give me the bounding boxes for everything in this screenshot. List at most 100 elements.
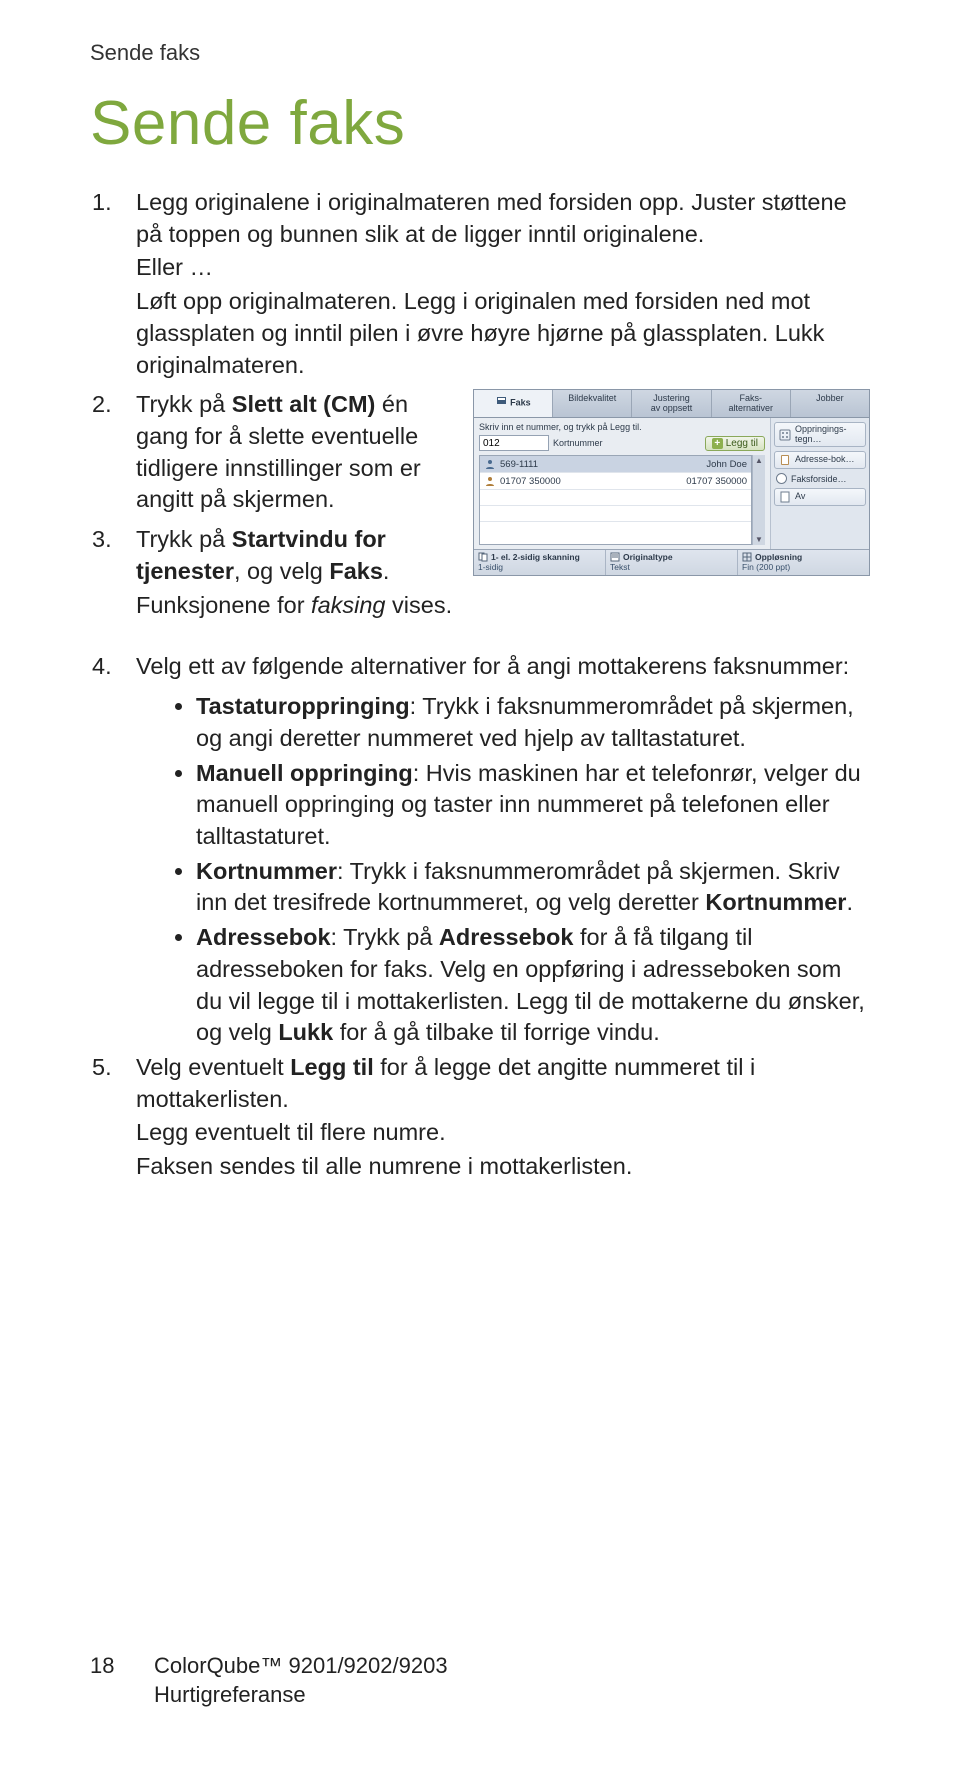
step-5: 5. Velg eventuelt Legg til for å legge d… bbox=[90, 1052, 870, 1185]
step-number: 3. bbox=[90, 524, 136, 623]
faks-hint: Skriv inn et nummer, og trykk på Legg ti… bbox=[479, 422, 765, 432]
text-bold: Adressebok bbox=[439, 924, 574, 950]
setting-originaltype[interactable]: Originaltype Tekst bbox=[606, 550, 738, 575]
text-run: : Trykk på bbox=[331, 924, 439, 950]
list-cell: 569-1111 bbox=[500, 459, 538, 470]
list-scrollbar[interactable]: ▲ ▼ bbox=[752, 455, 765, 545]
text-bold: Faks bbox=[329, 558, 383, 584]
setting-label: Oppløsning bbox=[755, 553, 802, 562]
tab-justering[interactable]: Justering av oppsett bbox=[632, 390, 711, 417]
footer: 18ColorQube™ 9201/9202/9203 Hurtigrefera… bbox=[90, 1651, 448, 1710]
plus-icon: + bbox=[712, 438, 723, 449]
setting-label: Originaltype bbox=[623, 553, 673, 562]
step-4-bullets: Tastaturoppringing: Trykk i faksnummerom… bbox=[134, 691, 870, 1049]
bullet-adressebok: Adressebok: Trykk på Adressebok for å få… bbox=[196, 922, 870, 1049]
step-number: 5. bbox=[90, 1052, 136, 1185]
fax-icon bbox=[496, 394, 508, 406]
setting-opplosning[interactable]: Oppløsning Fin (200 ppt) bbox=[738, 550, 869, 575]
tab-faksalternativer[interactable]: Faks- alternativer bbox=[712, 390, 791, 417]
page-number: 18 bbox=[90, 1651, 154, 1681]
text-bold: Kortnummer bbox=[705, 889, 846, 915]
step-1-line-3: Løft opp originalmateren. Legg i origina… bbox=[136, 286, 870, 381]
list-cell: John Doe bbox=[706, 459, 747, 470]
text-run: . bbox=[383, 558, 390, 584]
text-run: Velg eventuelt bbox=[136, 1054, 290, 1080]
button-label: Legg til bbox=[726, 438, 758, 449]
step-5-line-3: Faksen sendes til alle numrene i mottake… bbox=[136, 1151, 870, 1183]
step-number: 2. bbox=[90, 389, 136, 518]
footer-line-1: ColorQube™ 9201/9202/9203 bbox=[154, 1653, 448, 1678]
tab-jobber[interactable]: Jobber bbox=[791, 390, 869, 417]
list-row[interactable]: 569-1111 John Doe bbox=[480, 456, 751, 473]
button-label: Av bbox=[795, 492, 805, 501]
setting-sidig[interactable]: 1- el. 2-sidig skanning 1-sidig bbox=[474, 550, 606, 575]
text-run: Trykk på bbox=[136, 391, 232, 417]
keypad-icon bbox=[779, 429, 791, 441]
faksforside-radio[interactable]: Faksforside… bbox=[776, 473, 866, 484]
legg-til-button[interactable]: + Legg til bbox=[705, 436, 765, 451]
scroll-down-icon[interactable]: ▼ bbox=[755, 534, 763, 545]
bullet-tastaturoppringing: Tastaturoppringing: Trykk i faksnummerom… bbox=[196, 691, 870, 754]
list-cell: 01707 350000 bbox=[686, 476, 747, 487]
text-bold: Lukk bbox=[278, 1019, 333, 1045]
faks-bottom-bar: 1- el. 2-sidig skanning 1-sidig Original… bbox=[474, 549, 869, 575]
bullet-manuell-oppringing: Manuell oppringing: Hvis maskinen har et… bbox=[196, 758, 870, 853]
step-1-line-1: Legg originalene i originalmateren med f… bbox=[136, 187, 870, 250]
footer-line-2: Hurtigreferanse bbox=[154, 1682, 306, 1707]
setting-label: 1- el. 2-sidig skanning bbox=[491, 553, 580, 562]
step-3-line-1: Trykk på Startvindu for tjenester, og ve… bbox=[136, 524, 463, 587]
faks-tabs: Faks Bildekvalitet Justering av oppsett … bbox=[474, 390, 869, 418]
setting-value: Tekst bbox=[610, 563, 733, 572]
page-title: Sende faks bbox=[90, 88, 870, 159]
text-italic: faksing bbox=[311, 592, 385, 618]
step-2: 2. Trykk på Slett alt (CM) én gang for å… bbox=[90, 389, 463, 518]
faks-ui-screenshot: Faks Bildekvalitet Justering av oppsett … bbox=[473, 389, 870, 576]
radio-label: Faksforside… bbox=[791, 474, 847, 484]
tab-bildekvalitet[interactable]: Bildekvalitet bbox=[553, 390, 632, 417]
scroll-up-icon[interactable]: ▲ bbox=[755, 455, 763, 466]
person-icon bbox=[484, 475, 496, 487]
grid-icon bbox=[742, 552, 752, 562]
button-label: Oppringings-tegn… bbox=[795, 425, 861, 444]
av-button[interactable]: Av bbox=[774, 488, 866, 506]
step-3: 3. Trykk på Startvindu for tjenester, og… bbox=[90, 524, 463, 623]
page-icon bbox=[779, 491, 791, 503]
text-run: vises. bbox=[386, 592, 453, 618]
step-4-lead: Velg ett av følgende alternativer for å … bbox=[136, 651, 870, 683]
step-3-line-2: Funksjonene for faksing vises. bbox=[136, 590, 463, 622]
text-bold: Adressebok bbox=[196, 924, 331, 950]
text-bold: Manuell oppringing bbox=[196, 760, 413, 786]
text-run: . bbox=[846, 889, 853, 915]
running-head: Sende faks bbox=[90, 40, 870, 66]
text-run: Funksjonene for bbox=[136, 592, 311, 618]
tab-faks[interactable]: Faks bbox=[474, 390, 553, 417]
text-run: , og velg bbox=[234, 558, 329, 584]
step-2-text: Trykk på Slett alt (CM) én gang for å sl… bbox=[136, 389, 463, 516]
recipient-list[interactable]: 569-1111 John Doe 01707 350000 0170 bbox=[479, 455, 752, 545]
list-row bbox=[480, 490, 751, 506]
book-icon bbox=[779, 454, 791, 466]
text-bold: Slett alt (CM) bbox=[232, 391, 376, 417]
tab-label: alternativer bbox=[728, 403, 773, 413]
faks-number-input[interactable] bbox=[479, 435, 549, 451]
pages-icon bbox=[478, 552, 488, 562]
oppringingstegn-button[interactable]: Oppringings-tegn… bbox=[774, 422, 866, 447]
adressebok-button[interactable]: Adresse-bok… bbox=[774, 451, 866, 469]
step-5-line-2: Legg eventuelt til flere numre. bbox=[136, 1117, 870, 1149]
text-run: Trykk på bbox=[136, 526, 232, 552]
setting-value: Fin (200 ppt) bbox=[742, 563, 865, 572]
list-row bbox=[480, 506, 751, 522]
text-bold: Legg til bbox=[290, 1054, 374, 1080]
kortnummer-label[interactable]: Kortnummer bbox=[553, 438, 603, 448]
tab-label: av oppsett bbox=[651, 403, 693, 413]
list-row[interactable]: 01707 350000 01707 350000 bbox=[480, 473, 751, 490]
step-number: 4. bbox=[90, 651, 136, 685]
step-4: 4. Velg ett av følgende alternativer for… bbox=[90, 651, 870, 685]
step-1: 1. Legg originalene i originalmateren me… bbox=[90, 187, 870, 383]
list-cell: 01707 350000 bbox=[500, 476, 561, 487]
text-bold: Tastaturoppringing bbox=[196, 693, 410, 719]
step-number: 1. bbox=[90, 187, 136, 383]
doc-icon bbox=[610, 552, 620, 562]
text-run: for å gå tilbake til forrige vindu. bbox=[333, 1019, 660, 1045]
step-1-line-2: Eller … bbox=[136, 252, 870, 284]
